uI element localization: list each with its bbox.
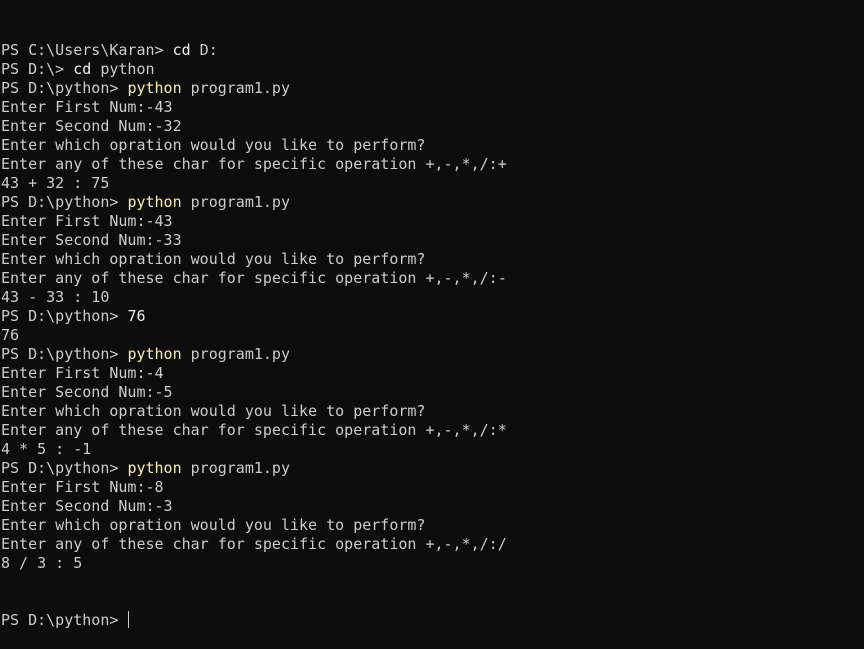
prompt: PS D:\python> (1, 307, 128, 325)
output-line: 43 - 33 : 10 (1, 288, 110, 306)
output-line: Enter which opration would you like to p… (1, 250, 426, 268)
command: python (127, 345, 182, 363)
command-line: PS D:\python> python program1.py (1, 345, 864, 364)
command: cd (73, 60, 92, 78)
output-line: Enter Second Num:-33 (1, 231, 182, 249)
output-line: Enter First Num:-43 (1, 98, 173, 116)
text-cursor (128, 611, 130, 628)
output-line: Enter Second Num:-32 (1, 117, 182, 135)
current-prompt: PS D:\python> (1, 611, 128, 629)
output-line: 43 + 32 : 75 (1, 174, 110, 192)
command-line: PS D:\python> python program1.py (1, 193, 864, 212)
terminal-output: PS C:\Users\Karan> cd D: PS D:\> cd pytho… (1, 41, 864, 573)
command: python (127, 459, 182, 477)
command-line: PS D:\python> python program1.py (1, 459, 864, 478)
output-line: Enter any of these char for specific ope… (1, 269, 507, 287)
output-line: Enter First Num:-4 (1, 364, 164, 382)
prompt: PS C:\Users\Karan> (1, 41, 173, 59)
output-line: 8 / 3 : 5 (1, 554, 83, 572)
terminal-window[interactable]: PS C:\Users\Karan> cd D: PS D:\> cd pytho… (0, 0, 864, 629)
command-line: PS D:\python> python program1.py (1, 79, 864, 98)
output-line: Enter which opration would you like to p… (1, 136, 426, 154)
output-line: Enter Second Num:-5 (1, 383, 173, 401)
output-line: Enter Second Num:-3 (1, 497, 173, 515)
command-args: program1.py (181, 79, 290, 97)
command-line: PS D:\python> 76 (1, 307, 864, 326)
command-args: program1.py (181, 345, 290, 363)
command: python (127, 79, 182, 97)
output-line: Enter First Num:-43 (1, 212, 173, 230)
output-line: Enter any of these char for specific ope… (1, 155, 507, 173)
output-line: 76 (1, 326, 20, 344)
current-prompt-line[interactable]: PS D:\python> (1, 611, 864, 630)
command-args: program1.py (181, 459, 290, 477)
command: cd (172, 41, 191, 59)
output-line: 4 * 5 : -1 (1, 440, 92, 458)
command-line: PS C:\Users\Karan> cd D: (1, 41, 864, 60)
command-args: program1.py (181, 193, 290, 211)
output-line: Enter any of these char for specific ope… (1, 421, 507, 439)
prompt: PS D:\> (1, 60, 74, 78)
command: 76 (127, 307, 146, 325)
prompt: PS D:\python> (1, 79, 128, 97)
output-line: Enter any of these char for specific ope… (1, 535, 507, 553)
prompt: PS D:\python> (1, 459, 128, 477)
command-args: D: (190, 41, 218, 59)
command-line: PS D:\> cd python (1, 60, 864, 79)
output-line: Enter First Num:-8 (1, 478, 164, 496)
output-line: Enter which opration would you like to p… (1, 402, 426, 420)
prompt: PS D:\python> (1, 345, 128, 363)
output-line: Enter which opration would you like to p… (1, 516, 426, 534)
prompt: PS D:\python> (1, 193, 128, 211)
command-args: python (91, 60, 155, 78)
command: python (127, 193, 182, 211)
